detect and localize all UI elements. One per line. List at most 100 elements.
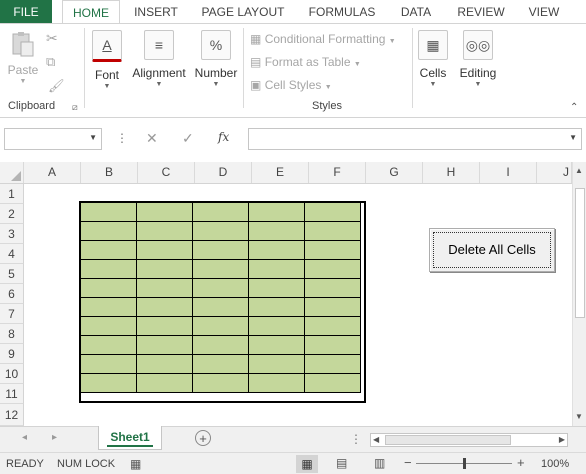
insert-function-icon[interactable]: fx — [218, 130, 229, 144]
cell[interactable] — [248, 316, 305, 336]
cell[interactable] — [136, 354, 193, 374]
format-as-table-button[interactable]: ▤ Format as Table ▼ — [250, 55, 361, 69]
cell[interactable] — [304, 259, 361, 279]
column-header[interactable]: G — [366, 162, 423, 183]
cell[interactable] — [304, 240, 361, 260]
tab-page-layout[interactable]: PAGE LAYOUT — [196, 0, 290, 24]
row-header[interactable]: 9 — [0, 344, 24, 364]
horizontal-scrollbar[interactable]: ◀ ▶ — [370, 433, 568, 447]
zoom-out-icon[interactable]: − — [404, 455, 412, 470]
cell[interactable] — [192, 354, 249, 374]
cell[interactable] — [248, 278, 305, 298]
cell[interactable] — [304, 354, 361, 374]
scroll-left-icon[interactable]: ◀ — [373, 435, 379, 444]
cell[interactable] — [80, 259, 137, 279]
cell[interactable] — [136, 202, 193, 222]
tab-file[interactable]: FILE — [0, 0, 52, 24]
format-painter-icon[interactable]: 🖌 — [48, 78, 65, 94]
tab-view[interactable]: VIEW — [520, 0, 568, 24]
row-header[interactable]: 4 — [0, 244, 24, 264]
row-header[interactable]: 1 — [0, 184, 24, 204]
tab-data[interactable]: DATA — [392, 0, 440, 24]
cell[interactable] — [80, 335, 137, 355]
cell[interactable] — [248, 259, 305, 279]
cell-styles-button[interactable]: ▣ Cell Styles ▼ — [250, 78, 332, 92]
cell[interactable] — [248, 373, 305, 393]
cell[interactable] — [192, 240, 249, 260]
enter-icon[interactable]: ✓ — [182, 130, 194, 147]
macro-record-icon[interactable]: ▦ — [130, 457, 141, 471]
cell[interactable] — [248, 221, 305, 241]
row-header[interactable]: 10 — [0, 364, 24, 384]
cell[interactable] — [136, 221, 193, 241]
cell[interactable] — [304, 297, 361, 317]
number-button[interactable]: % Number ▼ — [192, 30, 240, 88]
scroll-up-icon[interactable]: ▲ — [575, 166, 583, 175]
cell[interactable] — [80, 240, 137, 260]
chevron-down-icon[interactable]: ▼ — [569, 133, 577, 142]
page-break-view-icon[interactable]: ▥ — [374, 456, 385, 470]
cell[interactable] — [136, 278, 193, 298]
column-header[interactable]: D — [195, 162, 252, 183]
cells-button[interactable]: ▦ Cells ▼ — [416, 30, 450, 88]
tab-review[interactable]: REVIEW — [450, 0, 512, 24]
cell[interactable] — [192, 297, 249, 317]
cell[interactable] — [80, 316, 137, 336]
cell[interactable] — [304, 316, 361, 336]
cell[interactable] — [304, 221, 361, 241]
tab-insert[interactable]: INSERT — [128, 0, 184, 24]
cancel-icon[interactable]: ✕ — [146, 130, 158, 147]
data-range[interactable] — [80, 202, 361, 393]
worksheet-area[interactable]: Delete All Cells — [24, 184, 572, 426]
horizontal-scroll-thumb[interactable] — [385, 435, 511, 445]
sheet-tab-sheet1[interactable]: Sheet1 — [98, 426, 162, 450]
cell[interactable] — [80, 221, 137, 241]
cell[interactable] — [80, 278, 137, 298]
copy-icon[interactable]: ⧉ — [46, 54, 55, 70]
cell[interactable] — [192, 316, 249, 336]
zoom-in-icon[interactable]: + — [517, 455, 525, 470]
cell[interactable] — [192, 373, 249, 393]
tab-formulas[interactable]: FORMULAS — [302, 0, 382, 24]
name-box[interactable]: ▼ — [4, 128, 102, 150]
cell[interactable] — [80, 202, 137, 222]
row-header[interactable]: 2 — [0, 204, 24, 224]
cell[interactable] — [248, 297, 305, 317]
cell[interactable] — [248, 240, 305, 260]
cell[interactable] — [304, 335, 361, 355]
cell[interactable] — [248, 354, 305, 374]
row-header[interactable]: 6 — [0, 284, 24, 304]
editing-button[interactable]: ◎◎ Editing ▼ — [456, 30, 500, 88]
cell[interactable] — [80, 354, 137, 374]
row-header[interactable]: 8 — [0, 324, 24, 344]
chevron-down-icon[interactable]: ▼ — [89, 133, 97, 142]
cell[interactable] — [136, 259, 193, 279]
column-header[interactable]: A — [24, 162, 81, 183]
prev-sheet-icon[interactable]: ◂ — [22, 432, 27, 443]
column-header[interactable]: F — [309, 162, 366, 183]
zoom-slider-handle[interactable] — [463, 458, 466, 469]
column-header[interactable]: C — [138, 162, 195, 183]
cell[interactable] — [192, 221, 249, 241]
paste-button[interactable]: Paste ▼ — [6, 30, 40, 85]
tab-home[interactable]: HOME — [62, 0, 120, 24]
scroll-down-icon[interactable]: ▼ — [575, 412, 583, 421]
normal-view-icon[interactable]: ▦ — [296, 455, 318, 473]
cell[interactable] — [192, 335, 249, 355]
row-header[interactable]: 7 — [0, 304, 24, 324]
select-all-corner[interactable] — [0, 162, 24, 183]
scroll-right-icon[interactable]: ▶ — [559, 435, 565, 444]
page-layout-view-icon[interactable]: ▤ — [336, 456, 347, 470]
cell[interactable] — [136, 335, 193, 355]
cut-icon[interactable]: ✂ — [46, 30, 58, 47]
cell[interactable] — [80, 297, 137, 317]
next-sheet-icon[interactable]: ▸ — [52, 432, 57, 443]
cell[interactable] — [136, 373, 193, 393]
row-header[interactable]: 11 — [0, 384, 24, 404]
row-header[interactable]: 12 — [0, 404, 24, 426]
column-header[interactable]: B — [81, 162, 138, 183]
new-sheet-icon[interactable]: + — [195, 430, 211, 446]
cell[interactable] — [136, 316, 193, 336]
cell[interactable] — [136, 297, 193, 317]
conditional-formatting-button[interactable]: ▦ Conditional Formatting ▼ — [250, 32, 396, 46]
